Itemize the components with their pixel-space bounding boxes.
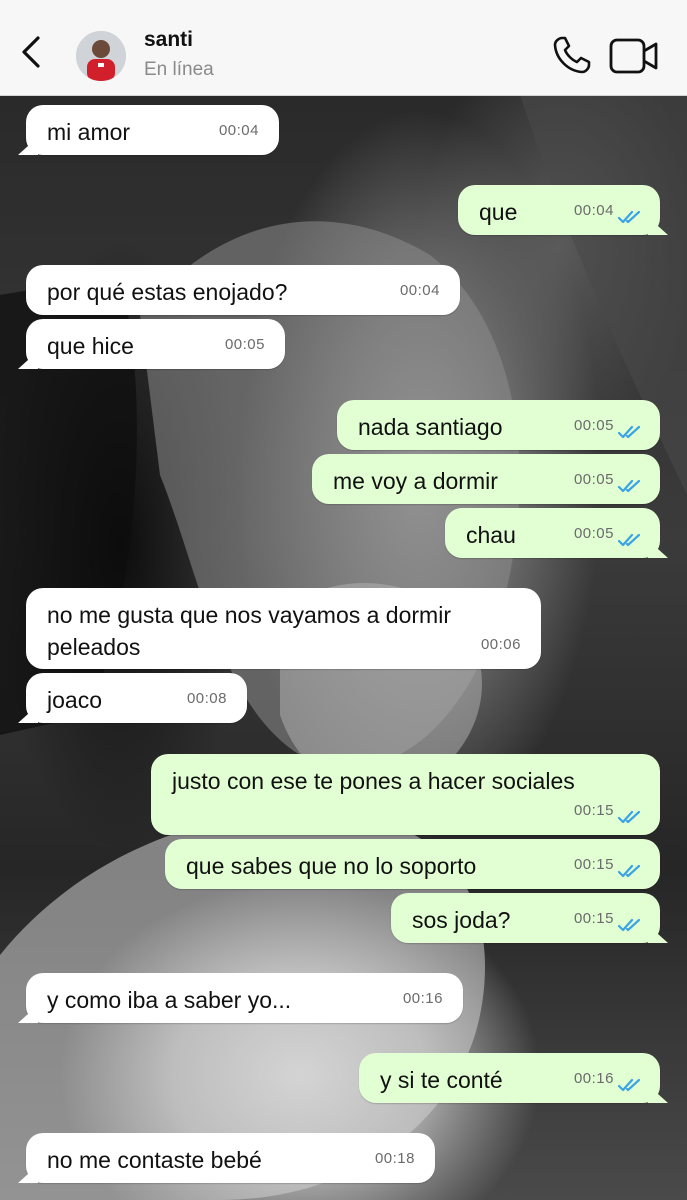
message-text-line2: peleados xyxy=(47,634,141,660)
message-bubble-incoming[interactable]: y como iba a saber yo... 00:16 xyxy=(26,973,463,1023)
double-check-icon xyxy=(618,425,641,439)
message-time: 00:15 xyxy=(573,856,614,873)
message-time: 00:04 xyxy=(573,202,614,219)
message-time: 00:16 xyxy=(573,1070,614,1087)
message-bubble-outgoing[interactable]: que 00:04 xyxy=(458,185,660,235)
message-bubble-outgoing[interactable]: me voy a dormir 00:05 xyxy=(312,454,660,504)
contact-name[interactable]: santi xyxy=(144,28,193,52)
message-text: y si te conté xyxy=(380,1067,503,1093)
message-bubble-outgoing[interactable]: nada santiago 00:05 xyxy=(337,400,660,450)
double-check-icon xyxy=(618,1078,641,1092)
message-bubble-incoming[interactable]: mi amor 00:04 xyxy=(26,105,279,155)
back-chevron-icon xyxy=(22,36,40,68)
message-time: 00:05 xyxy=(573,471,614,488)
double-check-icon xyxy=(618,533,641,547)
message-text: nada santiago xyxy=(358,414,503,440)
message-time: 00:05 xyxy=(224,336,265,353)
message-time: 00:06 xyxy=(480,636,521,653)
message-time: 00:18 xyxy=(374,1150,415,1167)
voice-call-button[interactable] xyxy=(550,33,594,77)
message-bubble-outgoing[interactable]: que sabes que no lo soporto 00:15 xyxy=(165,839,660,889)
double-check-icon xyxy=(618,810,641,824)
back-button[interactable] xyxy=(14,32,50,72)
message-bubble-outgoing[interactable]: chau 00:05 xyxy=(445,508,660,558)
message-time: 00:05 xyxy=(573,417,614,434)
message-time: 00:05 xyxy=(573,525,614,542)
message-text: y como iba a saber yo... xyxy=(47,987,292,1013)
double-check-icon xyxy=(618,918,641,932)
contact-status: En línea xyxy=(144,59,214,80)
message-time: 00:16 xyxy=(402,990,443,1007)
message-text: que sabes que no lo soporto xyxy=(186,853,477,879)
message-time: 00:04 xyxy=(399,282,440,299)
message-time: 00:15 xyxy=(573,802,614,819)
message-bubble-outgoing[interactable]: y si te conté 00:16 xyxy=(359,1053,660,1103)
phone-icon xyxy=(553,36,591,74)
message-text: joaco xyxy=(47,687,102,713)
message-text: mi amor xyxy=(47,119,131,145)
message-text: chau xyxy=(466,522,516,548)
message-text: por qué estas enojado? xyxy=(47,279,288,305)
message-bubble-incoming[interactable]: no me contaste bebé 00:18 xyxy=(26,1133,435,1183)
double-check-icon xyxy=(618,210,641,224)
message-bubble-outgoing[interactable]: justo con ese te pones a hacer sociales … xyxy=(151,754,660,835)
message-bubble-incoming[interactable]: no me gusta que nos vayamos a dormir pel… xyxy=(26,588,541,669)
message-bubble-incoming[interactable]: por qué estas enojado? 00:04 xyxy=(26,265,460,315)
contact-avatar[interactable] xyxy=(76,31,126,81)
video-camera-icon xyxy=(609,38,658,74)
chat-header: santi En línea xyxy=(0,0,687,96)
message-time: 00:15 xyxy=(573,910,614,927)
double-check-icon xyxy=(618,864,641,878)
message-time: 00:04 xyxy=(218,122,259,139)
message-text: que xyxy=(479,199,518,225)
video-call-button[interactable] xyxy=(608,36,660,76)
message-text: no me gusta que nos vayamos a dormir xyxy=(47,602,451,628)
message-text: no me contaste bebé xyxy=(47,1147,262,1173)
message-text: me voy a dormir xyxy=(333,468,498,494)
message-text: justo con ese te pones a hacer sociales xyxy=(172,768,575,794)
double-check-icon xyxy=(618,479,641,493)
message-time: 00:08 xyxy=(186,690,227,707)
message-bubble-incoming[interactable]: que hice 00:05 xyxy=(26,319,285,369)
message-text: sos joda? xyxy=(412,907,511,933)
message-bubble-incoming[interactable]: joaco 00:08 xyxy=(26,673,247,723)
message-text: que hice xyxy=(47,333,134,359)
message-bubble-outgoing[interactable]: sos joda? 00:15 xyxy=(391,893,660,943)
